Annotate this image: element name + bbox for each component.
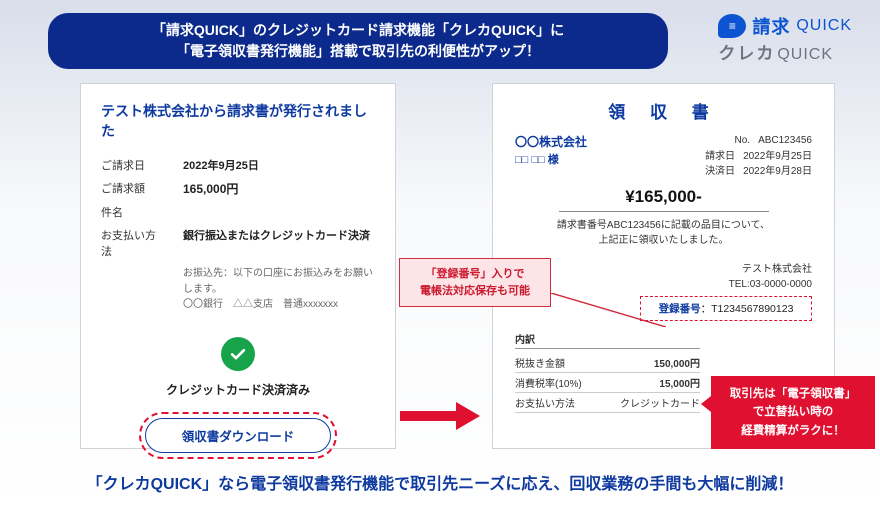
subject-label: 件名 — [101, 204, 375, 220]
callout-benefit: 取引先は「電子領収書」 で立替払い時の 経費精算がラクに！ — [711, 376, 875, 449]
issuer-tel: TEL:03-0000-0000 — [515, 277, 812, 292]
headline-line2: 「電子領収書発行機能」搭載で取引先の利便性がアップ！ — [72, 41, 644, 62]
logo-kureka: クレカ — [718, 39, 775, 64]
breakdown-head: 内訳 — [515, 331, 700, 349]
receipt-paydate-value: 2022年9月28日 — [743, 164, 812, 180]
breakdown-row: お支払い方法 クレジットカード — [515, 393, 700, 413]
product-logo: 請求QUICK クレカQUICK — [718, 13, 852, 64]
bank-note1: お振込先：以下の口座にお振込みをお願いします。 — [183, 266, 375, 297]
receipt-billdate-label: 請求日 — [705, 149, 735, 165]
breakdown-table: 内訳 税抜き金額 150,000円 消費税率(10%) 15,000円 お支払い… — [515, 331, 700, 413]
receipt-billdate-value: 2022年9月25日 — [743, 149, 812, 165]
bank-note2: 〇〇銀行 △△支店 普通xxxxxxx — [183, 297, 375, 313]
download-receipt-button[interactable]: 領収書ダウンロード — [145, 418, 331, 453]
bd-subtotal-value: 150,000円 — [654, 355, 700, 370]
bill-date-value: 2022年9月25日 — [183, 157, 259, 173]
breakdown-row: 消費税率(10%) 15,000円 — [515, 373, 700, 393]
receipt-no-value: ABC123456 — [758, 133, 812, 149]
reg-no-value: ：T1234567890123 — [701, 303, 794, 315]
bd-subtotal-label: 税抜き金額 — [515, 355, 565, 370]
addressee-person: □□ □□ 様 — [515, 152, 587, 169]
bd-tax-value: 15,000円 — [659, 375, 700, 390]
bd-tax-label: 消費税率(10%) — [515, 375, 582, 390]
receipt-memo2: 上記正に領収いたしました。 — [515, 233, 812, 248]
headline-banner: 「請求QUICK」のクレジットカード請求機能「クレカQUICK」に 「電子領収書… — [48, 13, 668, 69]
pay-method-value: 銀行振込またはクレジットカード決済 — [183, 227, 370, 259]
pay-method-label: お支払い方法 — [101, 227, 165, 259]
paid-status-label: クレジットカード決済済み — [101, 381, 375, 398]
logo-bubble-icon — [718, 14, 746, 38]
logo-quick2: QUICK — [777, 46, 833, 64]
invoice-title: テスト株式会社から請求書が発行されました — [101, 101, 375, 141]
callout-registration-number: 「登録番号」入りで 電帳法対応保存も可能 — [399, 258, 551, 307]
bd-method-label: お支払い方法 — [515, 395, 575, 410]
bottom-tagline: 「クレカQUICK」なら電子領収書発行機能で取引先ニーズに応え、回収業務の手間も… — [0, 470, 880, 494]
receipt-title: 領 収 書 — [515, 98, 812, 123]
breakdown-row: 税抜き金額 150,000円 — [515, 353, 700, 373]
logo-quick1: QUICK — [796, 17, 852, 35]
receipt-amount: ¥165,000- — [559, 187, 769, 212]
bd-method-value: クレジットカード — [620, 395, 700, 410]
arrow-icon — [400, 402, 480, 430]
logo-seikyu: 請求 — [752, 13, 790, 39]
checkmark-icon — [221, 337, 255, 371]
callout-connector-line — [551, 293, 666, 327]
addressee-company: 〇〇株式会社 — [515, 133, 587, 152]
receipt-no-label: No. — [735, 133, 751, 149]
receipt-paydate-label: 決済日 — [705, 164, 735, 180]
issuer-company: テスト株式会社 — [515, 262, 812, 277]
bill-amount-value: 165,000円 — [183, 180, 238, 197]
download-button-highlight: 領収書ダウンロード — [139, 412, 337, 459]
bill-date-label: ご請求日 — [101, 157, 165, 173]
headline-line1: 「請求QUICK」のクレジットカード請求機能「クレカQUICK」に — [72, 20, 644, 41]
receipt-memo1: 請求書番号ABC123456に記載の品目について、 — [515, 218, 812, 233]
invoice-panel: テスト株式会社から請求書が発行されました ご請求日 2022年9月25日 ご請求… — [80, 83, 396, 449]
bill-amount-label: ご請求額 — [101, 180, 165, 197]
